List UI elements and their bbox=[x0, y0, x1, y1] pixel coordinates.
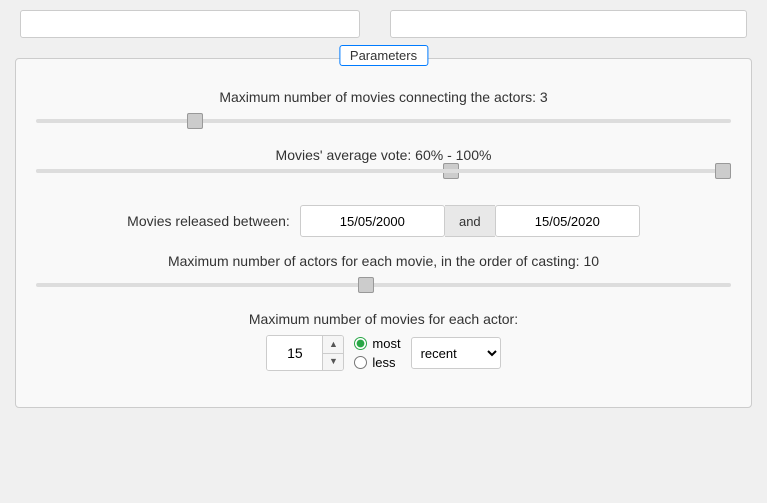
radio-less-label: less bbox=[372, 355, 395, 370]
actors-per-movie-slider[interactable] bbox=[36, 283, 731, 287]
top-input-right[interactable] bbox=[390, 10, 747, 38]
radio-most-label: most bbox=[372, 336, 400, 351]
max-movies-row: Maximum number of movies connecting the … bbox=[36, 89, 731, 131]
vote-slider-high[interactable] bbox=[36, 169, 731, 173]
release-label: Movies released between: bbox=[127, 213, 290, 229]
radio-most-input[interactable] bbox=[354, 337, 367, 350]
movies-count-input-wrapper: ▲ ▼ bbox=[266, 335, 344, 371]
max-movies-label: Maximum number of movies connecting the … bbox=[36, 89, 731, 105]
release-between-row: Movies released between: and bbox=[36, 205, 731, 237]
parameters-body: Maximum number of movies connecting the … bbox=[16, 59, 751, 407]
release-date-start[interactable] bbox=[300, 205, 445, 237]
radio-group: most less bbox=[354, 336, 400, 370]
radio-less-option[interactable]: less bbox=[354, 355, 400, 370]
max-movies-slider[interactable] bbox=[36, 119, 731, 123]
top-inputs-row bbox=[0, 0, 767, 48]
spinner-up-button[interactable]: ▲ bbox=[323, 336, 343, 354]
spinner-down-button[interactable]: ▼ bbox=[323, 354, 343, 371]
actors-per-movie-slider-track bbox=[36, 275, 731, 295]
movies-per-actor-label: Maximum number of movies for each actor: bbox=[36, 311, 731, 327]
and-label: and bbox=[445, 205, 495, 237]
radio-less-input[interactable] bbox=[354, 356, 367, 369]
actors-per-movie-label: Maximum number of actors for each movie,… bbox=[36, 253, 731, 269]
parameters-legend[interactable]: Parameters bbox=[339, 45, 428, 66]
vote-dual-slider bbox=[36, 169, 731, 189]
movies-count-input[interactable] bbox=[267, 336, 322, 370]
movies-count-row: ▲ ▼ most less rec bbox=[36, 335, 731, 371]
release-date-end[interactable] bbox=[495, 205, 640, 237]
top-input-left[interactable] bbox=[20, 10, 360, 38]
parameters-container: Parameters Maximum number of movies conn… bbox=[15, 58, 752, 408]
vote-label: Movies' average vote: 60% - 100% bbox=[36, 147, 731, 163]
radio-most-option[interactable]: most bbox=[354, 336, 400, 351]
spinner-buttons: ▲ ▼ bbox=[322, 336, 343, 370]
actors-per-movie-row: Maximum number of actors for each movie,… bbox=[36, 253, 731, 295]
max-movies-slider-track bbox=[36, 111, 731, 131]
vote-range-row: Movies' average vote: 60% - 100% bbox=[36, 147, 731, 189]
recent-select[interactable]: recent popular oldest bbox=[411, 337, 501, 369]
movies-per-actor-row: Maximum number of movies for each actor:… bbox=[36, 311, 731, 371]
